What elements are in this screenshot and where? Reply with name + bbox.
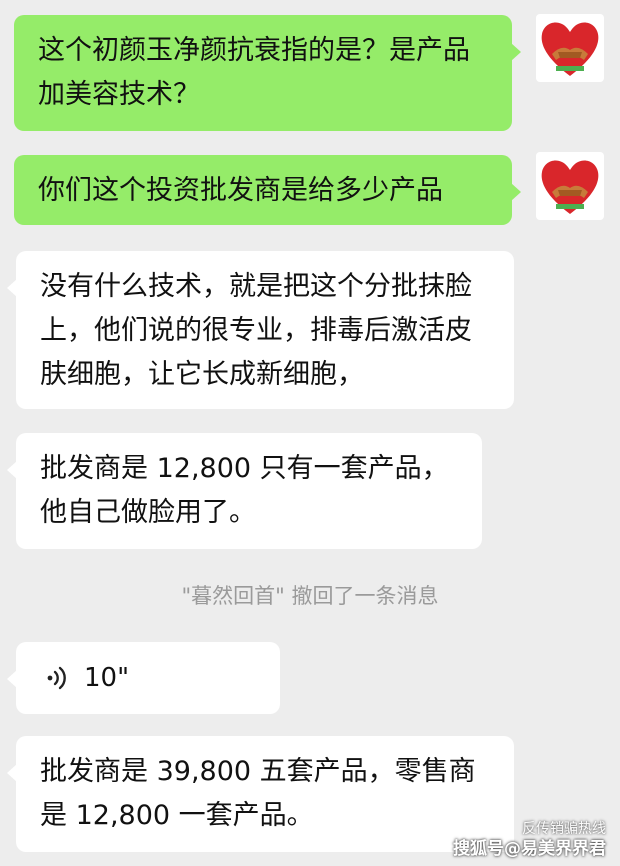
avatar[interactable] [536,152,604,220]
voice-wave-icon [47,666,66,690]
message-text: 没有什么技术，就是把这个分批抹脸上，他们说的很专业，排毒后激活皮肤细胞，让它长成… [40,271,472,390]
heart-handshake-avatar-icon [541,160,599,214]
heart-handshake-avatar-icon [541,22,599,76]
recall-notice: "暮然回首" 撤回了一条消息 [181,584,439,608]
message-bubble-outgoing[interactable]: 你们这个投资批发商是给多少产品 [14,155,521,225]
watermark-top: 反传销骗热线 [522,821,606,837]
message-bubble-incoming[interactable]: 批发商是 12,800 只有一套产品，他自己做脸用了。 [7,433,482,549]
message-text: 批发商是 12,800 只有一套产品，他自己做脸用了。 [40,453,449,528]
watermark-bottom: 搜狐号@易美界界君 [453,839,606,859]
message-bubble-incoming[interactable]: 批发商是 39,800 五套产品，零售商是 12,800 一套产品。 [7,736,514,852]
message-text: 你们这个投资批发商是给多少产品 [38,175,443,206]
chat-window: 这个初颜玉净颜抗衰指的是？是产品加美容技术？ 你们这个投资批发商是给多少产品 没… [0,0,620,866]
watermark: 反传销骗热线 搜狐号@易美界界君 [453,820,606,860]
avatar[interactable] [536,14,604,82]
message-bubble-incoming[interactable]: 没有什么技术，就是把这个分批抹脸上，他们说的很专业，排毒后激活皮肤细胞，让它长成… [7,251,514,409]
message-text: 这个初颜玉净颜抗衰指的是？是产品加美容技术？ [38,35,470,110]
voice-duration: 10" [84,663,130,693]
message-text: 批发商是 39,800 五套产品，零售商是 12,800 一套产品。 [40,756,476,831]
message-bubble-outgoing[interactable]: 这个初颜玉净颜抗衰指的是？是产品加美容技术？ [14,15,521,131]
